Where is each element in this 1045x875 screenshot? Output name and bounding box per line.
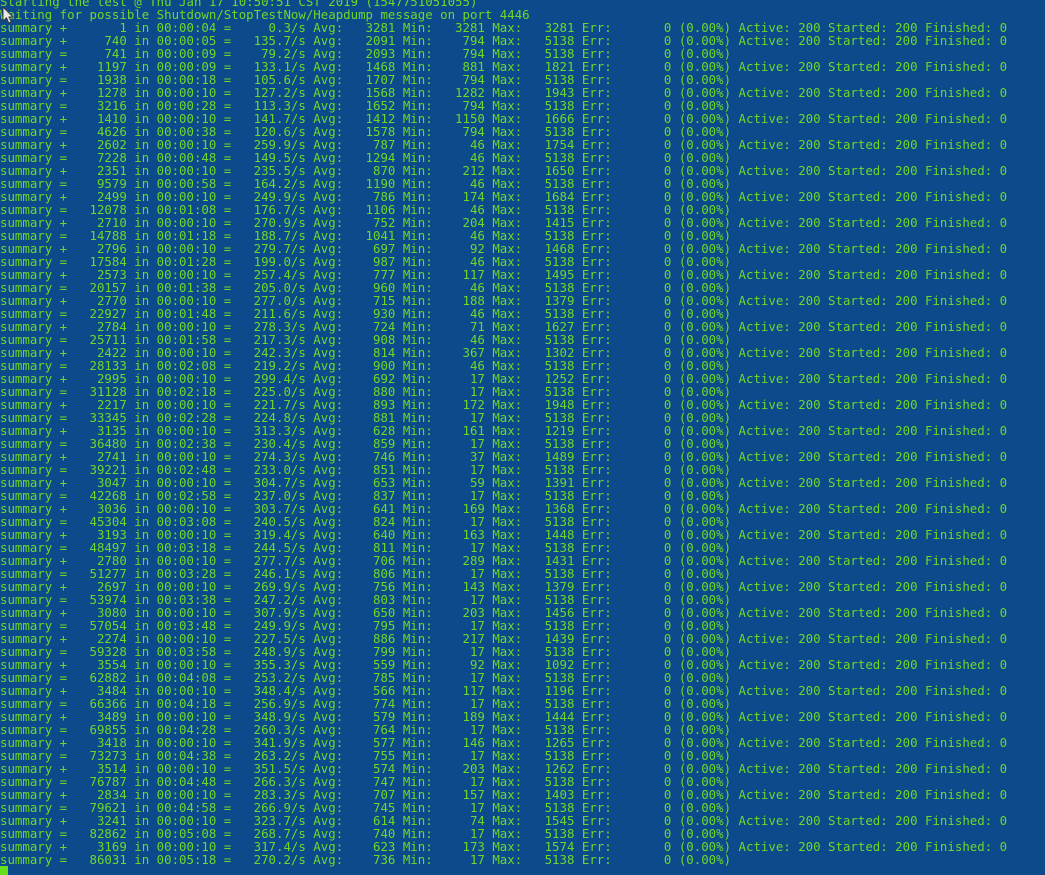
terminal-cursor-row	[0, 866, 1045, 875]
summary-row: summary = 86031 in 00:05:18 = 270.2/s Av…	[0, 852, 732, 867]
terminal-window[interactable]: Starting the test @ Thu Jan 17 10:50:51 …	[0, 0, 1045, 875]
terminal-cursor	[0, 866, 8, 875]
terminal-screen: Starting the test @ Thu Jan 17 10:50:51 …	[0, 0, 1045, 875]
